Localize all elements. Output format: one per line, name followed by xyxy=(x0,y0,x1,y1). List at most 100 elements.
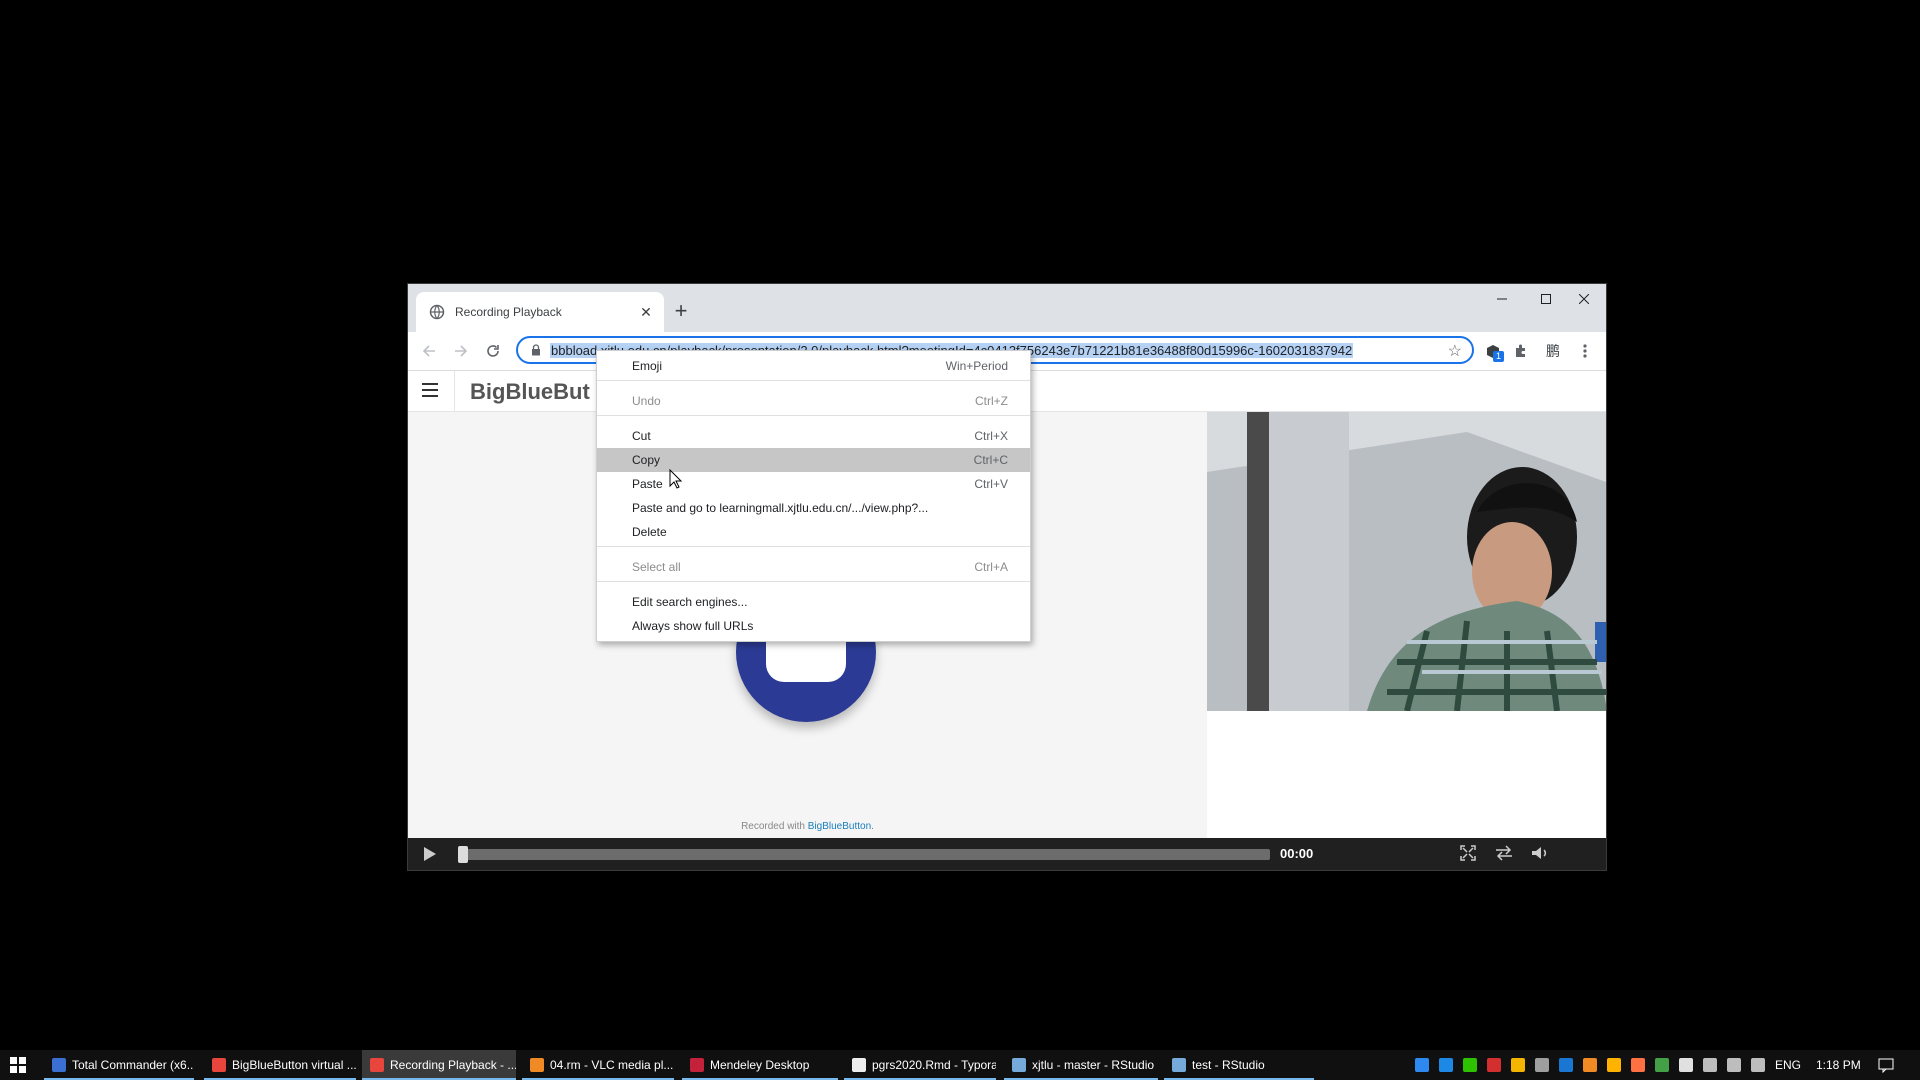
menu-item-cut[interactable]: Cut Ctrl+X xyxy=(597,424,1030,448)
taskbar-item-label: Mendeley Desktop xyxy=(710,1058,810,1072)
tab-close-icon[interactable]: ✕ xyxy=(634,304,658,321)
sync-icon[interactable] xyxy=(1439,1058,1453,1072)
menu-separator xyxy=(597,581,1030,582)
wechat-icon[interactable] xyxy=(1463,1058,1477,1072)
menu-label: Select all xyxy=(632,560,681,574)
play-icon[interactable] xyxy=(424,847,436,861)
fullscreen-icon[interactable] xyxy=(1458,845,1478,863)
menu-item-undo[interactable]: Undo Ctrl+Z xyxy=(597,389,1030,413)
close-window-button[interactable] xyxy=(1562,284,1606,314)
menu-shortcut: Ctrl+C xyxy=(973,453,1008,467)
menu-shortcut: Ctrl+Z xyxy=(975,394,1008,408)
taskbar-item-8[interactable]: test - RStudio xyxy=(1164,1050,1314,1080)
brand-title: BigBlueBut xyxy=(470,379,590,404)
extensions-menu-button[interactable] xyxy=(1508,338,1534,364)
more-vert-icon xyxy=(1583,344,1587,358)
speaker-icon[interactable] xyxy=(1751,1058,1765,1072)
progress-handle[interactable] xyxy=(458,846,468,863)
menu-label: Always show full URLs xyxy=(632,619,754,633)
bookmark-star-icon[interactable]: ☆ xyxy=(1448,341,1462,361)
minimize-icon xyxy=(1497,298,1507,300)
browser-titlebar: Recording Playback ✕ + xyxy=(408,284,1606,332)
system-tray xyxy=(1410,1050,1770,1080)
bigbluebutton-link[interactable]: BigBlueButton xyxy=(808,821,871,832)
reload-button[interactable] xyxy=(480,338,506,364)
menu-item-always-show-full-urls[interactable]: Always show full URLs xyxy=(597,614,1030,638)
recorded-suffix: . xyxy=(871,821,874,832)
player-controls: 00:00 xyxy=(408,838,1606,870)
taskbar-item-label: Recording Playback - ... xyxy=(390,1058,516,1072)
chrome-menu-button[interactable] xyxy=(1572,338,1598,364)
bluetooth-icon[interactable] xyxy=(1559,1058,1573,1072)
puzzle-icon xyxy=(1516,344,1525,357)
taskbar-item-7[interactable]: xjtlu - master - RStudio xyxy=(1004,1050,1158,1080)
menu-separator xyxy=(597,380,1030,381)
taskbar-item-label: xjtlu - master - RStudio xyxy=(1032,1058,1155,1072)
tab-recording-playback[interactable]: Recording Playback ✕ xyxy=(416,292,664,332)
webcam-video xyxy=(1207,412,1606,711)
taskbar-item-6[interactable]: pgrs2020.Rmd - Typora xyxy=(844,1050,996,1080)
app-tray-icon[interactable] xyxy=(1607,1058,1621,1072)
reload-icon xyxy=(487,345,499,357)
globe-icon xyxy=(429,304,445,320)
tab-title: Recording Playback xyxy=(455,305,562,319)
menu-item-select-all[interactable]: Select all Ctrl+A xyxy=(597,555,1030,579)
network-icon[interactable] xyxy=(1727,1058,1741,1072)
webcam-frame xyxy=(1207,412,1606,711)
back-button[interactable] xyxy=(416,338,442,364)
menu-item-copy[interactable]: Copy Ctrl+C xyxy=(597,448,1030,472)
arrow-right-icon xyxy=(455,345,468,357)
ime-extension-button[interactable]: 鹏 xyxy=(1540,338,1566,364)
menu-label: Emoji xyxy=(632,359,663,373)
security-icon[interactable] xyxy=(1679,1058,1693,1072)
volume-icon[interactable] xyxy=(1530,845,1550,863)
taskbar-item-2[interactable]: BigBlueButton virtual ... xyxy=(204,1050,356,1080)
lock-icon xyxy=(532,344,540,356)
typora-icon xyxy=(852,1058,866,1072)
fullscreen-glyph xyxy=(1460,845,1476,861)
taskbar-item-3[interactable]: Recording Playback - ... xyxy=(362,1050,516,1080)
clock[interactable]: 1:18 PM xyxy=(1816,1058,1861,1072)
swap-layout-icon[interactable] xyxy=(1494,845,1514,863)
menu-item-edit-search-engines[interactable]: Edit search engines... xyxy=(597,590,1030,614)
windows-taskbar: Total Commander (x6... BigBlueButton virt… xyxy=(0,1050,1920,1080)
taskbar-item-4[interactable]: 04.rm - VLC media pl... xyxy=(522,1050,674,1080)
taskbar-item-5[interactable]: Mendeley Desktop xyxy=(682,1050,838,1080)
new-tab-button[interactable]: + xyxy=(667,298,695,326)
app-tray-icon[interactable] xyxy=(1487,1058,1501,1072)
nvidia-icon[interactable] xyxy=(1655,1058,1669,1072)
menu-item-paste[interactable]: Paste Ctrl+V xyxy=(597,472,1030,496)
forward-button[interactable] xyxy=(448,338,474,364)
language-indicator[interactable]: ENG xyxy=(1775,1058,1801,1072)
total-commander-icon xyxy=(52,1058,66,1072)
vlc-tray-icon[interactable] xyxy=(1583,1058,1597,1072)
chrome-icon xyxy=(370,1058,384,1072)
extension-button[interactable]: 1 xyxy=(1480,338,1506,364)
time-display: 00:00 xyxy=(1280,846,1314,861)
progress-bar[interactable] xyxy=(458,846,1270,863)
menu-shortcut: Ctrl+X xyxy=(974,429,1008,443)
notification-icon[interactable] xyxy=(1878,1057,1894,1074)
app-tray-icon[interactable] xyxy=(1631,1058,1645,1072)
volume-glyph xyxy=(1532,847,1547,859)
close-icon xyxy=(1579,294,1589,304)
rstudio-icon xyxy=(1172,1058,1186,1072)
menu-label: Paste xyxy=(632,477,663,491)
hamburger-menu-icon[interactable] xyxy=(422,383,438,397)
menu-item-emoji[interactable]: Emoji Win+Period xyxy=(597,354,1030,378)
menu-item-delete[interactable]: Delete xyxy=(597,520,1030,544)
app-tray-icon[interactable] xyxy=(1511,1058,1525,1072)
taskbar-item-1[interactable]: Total Commander (x6... xyxy=(44,1050,194,1080)
swap-glyph xyxy=(1496,845,1512,861)
windows-logo-icon xyxy=(10,1057,26,1073)
start-button[interactable] xyxy=(0,1050,36,1080)
keyboard-icon[interactable] xyxy=(1535,1058,1549,1072)
network-app-icon[interactable] xyxy=(1415,1058,1429,1072)
menu-item-paste-and-go[interactable]: Paste and go to learningmall.xjtlu.edu.c… xyxy=(597,496,1030,520)
menu-label: Paste and go to learningmall.xjtlu.edu.c… xyxy=(632,501,929,515)
minimize-button[interactable] xyxy=(1480,284,1524,314)
menu-separator xyxy=(597,546,1030,547)
battery-icon[interactable] xyxy=(1703,1058,1717,1072)
arrow-left-icon xyxy=(422,345,435,357)
menu-label: Cut xyxy=(632,429,651,443)
